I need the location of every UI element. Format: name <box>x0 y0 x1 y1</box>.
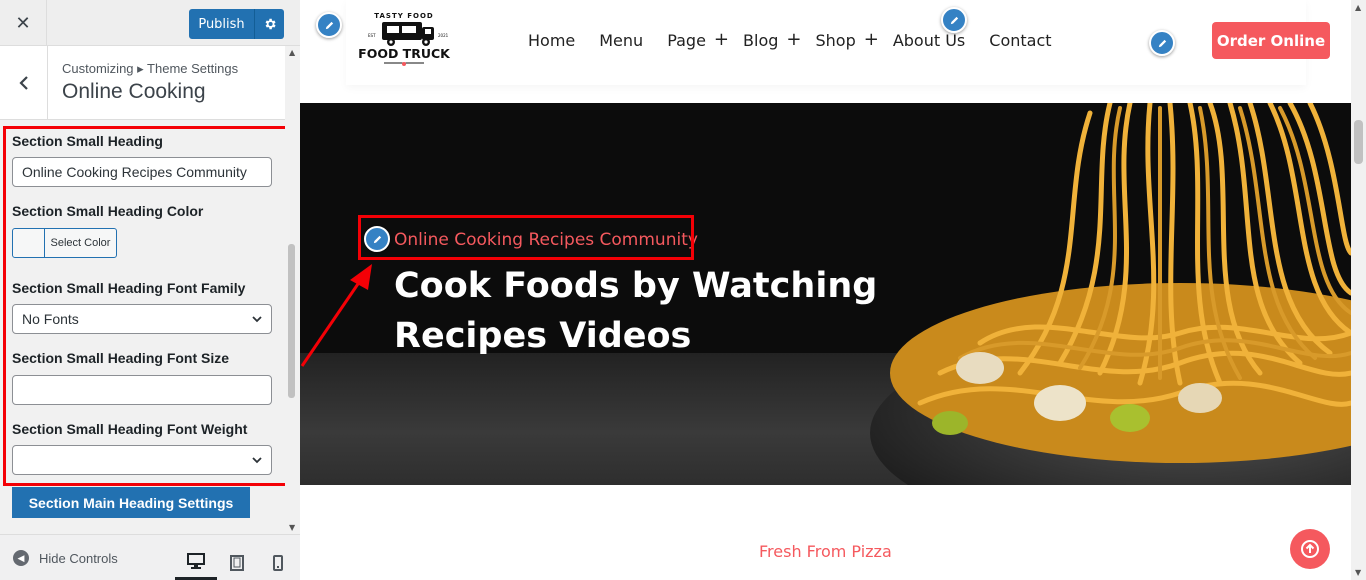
arrow-up-icon <box>1301 540 1319 558</box>
logo-main-text: FOOD TRUCK <box>358 46 451 61</box>
scroll-thumb[interactable] <box>288 244 295 398</box>
controls-list: Section Small Heading Online Cooking Rec… <box>0 120 285 490</box>
small-heading-color-label: Section Small Heading Color <box>12 203 204 219</box>
pencil-icon <box>950 16 958 24</box>
customizer-header: ✕ Publish <box>0 0 300 46</box>
pencil-icon <box>373 235 381 243</box>
hero-title-line-2: Recipes Videos <box>394 316 692 356</box>
order-online-button[interactable]: Order Online <box>1212 22 1330 59</box>
device-tablet-button[interactable] <box>216 545 258 580</box>
scroll-down-icon: ▼ <box>1355 568 1362 577</box>
noodle-bowl-image <box>870 103 1351 485</box>
scroll-up-icon: ▲ <box>289 48 296 57</box>
hide-controls-button[interactable]: ◀ Hide Controls <box>13 550 118 566</box>
hero-small-heading[interactable]: Online Cooking Recipes Community <box>394 230 698 250</box>
scroll-up-icon: ▲ <box>1355 3 1362 12</box>
publish-settings-button[interactable] <box>254 9 284 39</box>
font-family-select[interactable]: No Fonts <box>12 304 272 334</box>
desktop-icon <box>187 553 205 569</box>
edit-hero-heading-button[interactable] <box>364 226 390 252</box>
section-title: Online Cooking <box>62 80 206 103</box>
customizer-footer: ◀ Hide Controls <box>0 534 300 580</box>
main-heading-settings-button[interactable]: Section Main Heading Settings <box>12 487 250 518</box>
select-color-button[interactable]: Select Color <box>12 228 117 258</box>
nav-page-expand-icon[interactable]: + <box>714 31 729 50</box>
preview-scrollbar[interactable]: ▲ ▼ <box>1351 0 1366 580</box>
hero-banner: Online Cooking Recipes Community Cook Fo… <box>300 103 1351 485</box>
font-weight-select[interactable] <box>12 445 272 475</box>
font-size-label: Section Small Heading Font Size <box>12 350 230 366</box>
site-header: TASTY FOOD EST 2021 FOOD TRUCK Home Menu… <box>300 0 1351 103</box>
nav-about[interactable]: About Us <box>893 31 965 50</box>
site-logo[interactable]: TASTY FOOD EST 2021 FOOD TRUCK <box>354 8 454 70</box>
publish-group: Publish <box>189 9 284 39</box>
close-icon: ✕ <box>15 12 31 34</box>
sidebar-scrollbar[interactable]: ▲ ▼ <box>285 46 300 534</box>
mobile-icon <box>273 555 283 571</box>
tablet-icon <box>230 555 244 571</box>
next-section: Fresh From Pizza <box>300 485 1351 580</box>
nav-contact[interactable]: Contact <box>989 31 1051 50</box>
nav-page[interactable]: Page <box>667 31 706 50</box>
next-section-small-heading: Fresh From Pizza <box>759 542 892 561</box>
hide-controls-label: Hide Controls <box>39 550 118 566</box>
gear-icon <box>265 18 276 30</box>
nav-blog[interactable]: Blog <box>743 31 778 50</box>
back-button[interactable] <box>0 46 48 120</box>
preview-scroll-thumb[interactable] <box>1354 120 1363 164</box>
font-size-input[interactable] <box>12 375 272 405</box>
site-preview: TASTY FOOD EST 2021 FOOD TRUCK Home Menu… <box>300 0 1366 580</box>
section-header: Customizing ▸ Theme Settings Online Cook… <box>0 46 285 120</box>
nav-shop-expand-icon[interactable]: + <box>864 31 879 50</box>
device-mobile-button[interactable] <box>257 545 299 580</box>
chevron-left-icon <box>18 76 28 90</box>
select-color-label: Select Color <box>50 237 111 249</box>
main-nav: Home Menu Page + Blog + Shop + About Us … <box>528 31 1052 51</box>
pencil-icon <box>325 21 333 29</box>
chevron-down-icon <box>252 457 262 464</box>
edit-order-button[interactable] <box>1149 30 1175 56</box>
logo-year-text: 2021 <box>438 33 449 38</box>
nav-shop[interactable]: Shop <box>815 31 855 50</box>
collapse-icon: ◀ <box>13 550 29 566</box>
breadcrumb: Customizing ▸ Theme Settings <box>62 61 239 76</box>
chevron-down-icon <box>252 316 262 323</box>
hero-title-line-1: Cook Foods by Watching <box>394 266 878 306</box>
logo-top-text: TASTY FOOD <box>374 12 433 20</box>
nav-menu[interactable]: Menu <box>599 31 643 50</box>
small-heading-label: Section Small Heading <box>12 133 163 149</box>
edit-logo-button[interactable] <box>316 12 342 38</box>
nav-blog-expand-icon[interactable]: + <box>786 31 801 50</box>
color-swatch <box>13 229 45 257</box>
font-family-label: Section Small Heading Font Family <box>12 280 246 296</box>
nav-home[interactable]: Home <box>528 31 575 50</box>
pencil-icon <box>1158 39 1166 47</box>
food-truck-logo: TASTY FOOD EST 2021 FOOD TRUCK <box>358 12 451 66</box>
customizer-sidebar: ✕ Publish Customizing ▸ Theme Settings O… <box>0 0 300 580</box>
font-family-value: No Fonts <box>22 311 79 327</box>
annotation-arrow <box>300 264 372 367</box>
device-desktop-button[interactable] <box>175 545 217 580</box>
scroll-to-top-button[interactable] <box>1290 529 1330 569</box>
hero-main-heading: Cook Foods by Watching Recipes Videos <box>394 261 894 361</box>
close-customizer-button[interactable]: ✕ <box>0 0 47 46</box>
small-heading-input[interactable]: Online Cooking Recipes Community <box>12 157 272 187</box>
edit-menu-button[interactable] <box>941 7 967 33</box>
font-weight-label: Section Small Heading Font Weight <box>12 421 248 437</box>
logo-est-text: EST <box>368 33 376 38</box>
scroll-down-icon: ▼ <box>289 523 296 532</box>
publish-button[interactable]: Publish <box>189 9 254 39</box>
